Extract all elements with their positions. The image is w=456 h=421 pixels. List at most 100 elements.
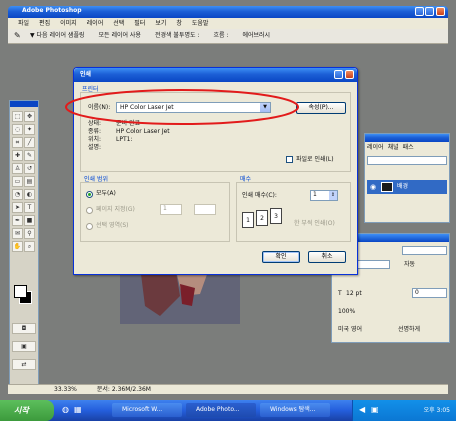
hand-tool-icon[interactable]: ✋ [12,241,23,252]
start-button[interactable]: 시작 [0,400,54,421]
type-tool-icon[interactable]: T [24,202,35,213]
menu-filter[interactable]: 필터 [134,20,145,28]
clock[interactable]: 오후 3:05 [424,407,450,414]
range-all-radio[interactable] [86,191,93,198]
toolbox-title-bar [10,101,38,107]
menu-help[interactable]: 도움말 [192,20,209,28]
close-button[interactable] [436,7,445,16]
menu-file[interactable]: 파일 [18,20,29,28]
options-bar: ✎ ▼ 다음 레이어 샘플링 모든 레이어 사용 전경색 불투명도 : 흐름 :… [8,29,448,44]
taskbar-button-explorer[interactable]: Windows 탐색... [260,403,330,417]
ok-button[interactable]: 확인 [262,251,300,263]
option-opacity[interactable]: 전경색 불투명도 : [155,32,199,40]
leading-value[interactable]: 자동 [404,261,415,269]
healing-tool-icon[interactable]: ✚ [12,150,23,161]
stamp-tool-icon-2[interactable]: ♙ [12,163,23,174]
menu-view[interactable]: 보기 [155,20,166,28]
status-bar: 33.33% 문서: 2.36M/2.36M [8,384,448,394]
history-brush-tool-icon[interactable]: ↺ [24,163,35,174]
quicklaunch-ie-icon[interactable]: ◍ [62,405,69,414]
copies-spinner[interactable]: 1 ⇕ [310,190,338,201]
volume-icon[interactable]: ◀ [359,406,365,414]
tab-layers[interactable]: 레이어 [367,144,384,153]
help-button[interactable] [334,70,343,79]
scale-value[interactable]: 100% [338,308,355,316]
taskbar-button-photoshop[interactable]: Adobe Photo... [186,403,256,417]
network-icon[interactable]: ▣ [371,406,379,414]
tracking-field[interactable]: 0 [412,288,447,298]
tab-paths[interactable]: 패스 [403,144,414,153]
range-selection-radio[interactable] [86,223,93,230]
menu-edit[interactable]: 편집 [39,20,50,28]
range-pages-radio[interactable] [86,207,93,214]
layer-thumbnail [381,182,393,192]
toolbox: ⬚ ✥ ◌ ✦ ⌗ ╱ ✚ ✎ ♙ ↺ ▭ ▤ ◔ ◐ ➤ T ✒ ■ ✉ ⚲ … [9,100,39,392]
crop-tool-icon[interactable]: ⌗ [12,137,23,148]
quicklaunch-desktop-icon[interactable]: ▦ [74,405,82,414]
taskbar: 시작 ◍ ▦ Microsoft W... Adobe Photo... Win… [0,400,456,421]
eye-icon[interactable]: ◉ [370,183,376,191]
shape-tool-icon[interactable]: ■ [24,215,35,226]
maximize-button[interactable] [425,7,434,16]
print-to-file-checkbox[interactable] [286,156,293,163]
screen-mode-icon[interactable]: ▣ [12,341,36,352]
eraser-tool-icon[interactable]: ▭ [12,176,23,187]
slice-tool-icon[interactable]: ╱ [24,137,35,148]
system-tray: ◀ ▣ 오후 3:05 [352,400,456,421]
copies-value: 1 [313,191,317,198]
option-flow[interactable]: 흐름 : [213,32,228,40]
menu-bar: 파일 편집 이미지 레이어 선택 필터 보기 창 도움말 [8,18,448,29]
cancel-button[interactable]: 취소 [308,251,346,263]
brush-tool-icon[interactable]: ✎ [24,150,35,161]
eyedropper-tool-icon[interactable]: ⚲ [24,228,35,239]
option-airbrush[interactable]: 에어브러시 [242,32,270,40]
range-all-label[interactable]: 모두(A) [96,190,116,198]
path-select-tool-icon[interactable]: ➤ [12,202,23,213]
tab-channels[interactable]: 채널 [388,144,399,153]
notes-tool-icon[interactable]: ✉ [12,228,23,239]
layers-panel: 레이어 채널 패스 ◉ 배경 [364,133,450,223]
range-to-value [195,205,197,212]
dodge-tool-icon[interactable]: ◐ [24,189,35,200]
zoom-tool-icon[interactable]: ⌕ [24,241,35,252]
spinner-arrows-icon[interactable]: ⇕ [329,191,337,200]
menu-layer[interactable]: 레이어 [87,20,104,28]
menu-select[interactable]: 선택 [113,20,124,28]
stamp-tool-icon[interactable]: ✎ [14,32,21,40]
font-family-select[interactable] [402,246,447,255]
background-color-swatch[interactable] [14,285,27,298]
move-tool-icon[interactable]: ✥ [24,111,35,122]
range-from-field[interactable]: 1 [160,204,182,215]
layers-panel-title [365,134,449,142]
magic-wand-tool-icon[interactable]: ✦ [24,124,35,135]
layer-row-background[interactable]: ◉ 배경 [367,180,447,194]
blend-mode-select[interactable] [367,156,447,165]
option-sample-layer[interactable]: ▼ 다음 레이어 샘플링 [30,32,85,40]
blur-tool-icon[interactable]: ◔ [12,189,23,200]
range-pages-label[interactable]: 페이지 지정(G) [96,206,135,214]
dialog-close-button[interactable] [345,70,354,79]
range-to-field[interactable] [194,204,216,215]
collate-label[interactable]: 한 부씩 인쇄(O) [294,220,335,228]
minimize-button[interactable] [415,7,424,16]
menu-window[interactable]: 창 [176,20,182,28]
layer-name[interactable]: 배경 [397,183,408,191]
language-select[interactable]: 미국 영어 [338,326,362,334]
range-selection-label[interactable]: 선택 영역(S) [96,222,128,230]
taskbar-button-word[interactable]: Microsoft W... [112,403,182,417]
menu-image[interactable]: 이미지 [60,20,77,28]
lasso-tool-icon[interactable]: ◌ [12,124,23,135]
font-size-value[interactable]: 12 pt [346,290,362,298]
pen-tool-icon[interactable]: ✒ [12,215,23,226]
option-all-layers[interactable]: 모든 레이어 사용 [99,32,141,40]
doc-info[interactable]: 문서: 2.36M/2.36M [97,386,151,394]
print-to-file-label[interactable]: 파일로 인쇄(L) [296,156,334,164]
quick-mask-icon[interactable]: ◘ [12,323,36,334]
tracking-value: 0 [415,289,419,296]
marquee-tool-icon[interactable]: ⬚ [12,111,23,122]
gradient-tool-icon[interactable]: ▤ [24,176,35,187]
layers-tabs: 레이어 채널 패스 [367,144,447,153]
jump-to-imageready-icon[interactable]: ⇄ [12,359,36,370]
antialias-select[interactable]: 선명하게 [398,326,420,334]
zoom-level[interactable]: 33.33% [54,386,77,394]
